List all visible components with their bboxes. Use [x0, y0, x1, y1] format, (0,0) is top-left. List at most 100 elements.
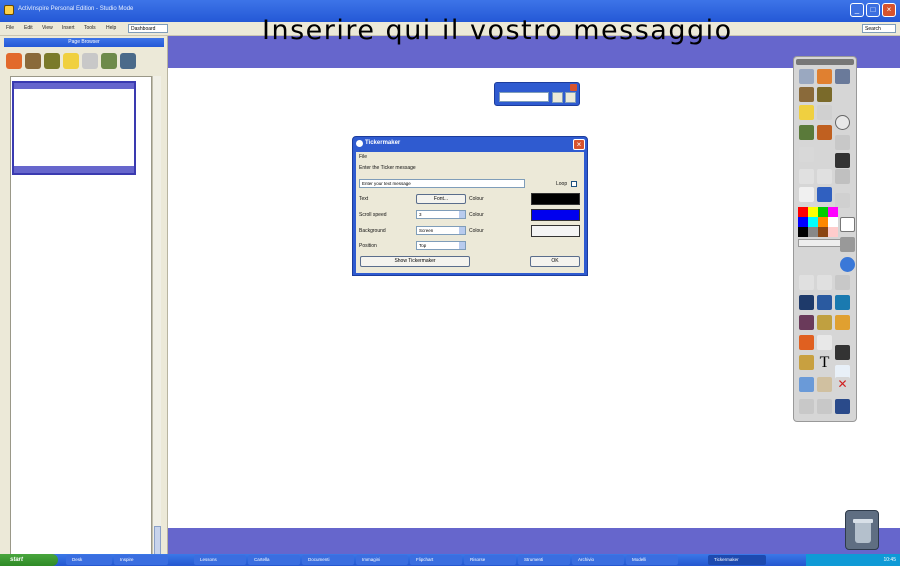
- font-button[interactable]: Font...: [416, 194, 466, 204]
- loop-checkbox[interactable]: [571, 181, 577, 187]
- menu-insert[interactable]: Insert: [62, 25, 75, 31]
- taskbar-item[interactable]: Risorse: [464, 555, 516, 565]
- camera-icon[interactable]: [835, 153, 850, 168]
- action-browser-icon[interactable]: [101, 53, 117, 69]
- stack-icon[interactable]: [835, 275, 850, 290]
- tools-icon[interactable]: [817, 377, 832, 392]
- undo-history-icon[interactable]: [799, 399, 814, 414]
- clear-icon[interactable]: [835, 169, 850, 184]
- colour-yellow[interactable]: [808, 207, 818, 217]
- picture-icon[interactable]: [835, 399, 850, 414]
- colour-magenta[interactable]: [828, 207, 838, 217]
- pen-settings-icon[interactable]: [835, 69, 850, 84]
- position-select[interactable]: Top: [416, 241, 466, 250]
- menu-edit[interactable]: Edit: [24, 25, 33, 31]
- colour-brown[interactable]: [818, 227, 828, 237]
- show-tickermaker-button[interactable]: Show Tickermaker: [360, 256, 470, 267]
- main-menu-icon[interactable]: [799, 69, 814, 84]
- keyboard-icon[interactable]: [835, 345, 850, 360]
- toolbox-handle[interactable]: [796, 59, 854, 65]
- page-list-scrollbar[interactable]: [152, 76, 161, 566]
- background-colour-swatch[interactable]: [531, 225, 580, 237]
- colour-grey[interactable]: [808, 227, 818, 237]
- page-browser-icon[interactable]: [799, 87, 814, 102]
- undo-icon[interactable]: [799, 125, 814, 140]
- notes-icon[interactable]: [817, 87, 832, 102]
- taskbar-item[interactable]: Strumenti: [518, 555, 570, 565]
- trash-can[interactable]: [845, 510, 879, 550]
- highlighter-icon[interactable]: [817, 295, 832, 310]
- background-select[interactable]: Screen: [416, 226, 466, 235]
- maximize-button[interactable]: □: [866, 3, 880, 17]
- move-icon[interactable]: [817, 275, 832, 290]
- taskbar-item[interactable]: Lessons: [194, 555, 246, 565]
- taskbar-item[interactable]: Cartella: [248, 555, 300, 565]
- taskbar-item[interactable]: Modelli: [626, 555, 678, 565]
- redo-icon[interactable]: [817, 125, 832, 140]
- colour-white[interactable]: [828, 217, 838, 227]
- mini-input[interactable]: [499, 92, 549, 102]
- toolbox-expand-icon[interactable]: [840, 237, 855, 252]
- menu-help[interactable]: Help: [106, 25, 116, 31]
- help-icon[interactable]: [840, 257, 855, 272]
- minimize-button[interactable]: _: [850, 3, 864, 17]
- delete-icon[interactable]: ✕: [835, 377, 850, 392]
- taskbar-item[interactable]: Flipchart: [410, 555, 462, 565]
- start-button[interactable]: start: [0, 554, 58, 566]
- colour-black[interactable]: [798, 227, 808, 237]
- colour-green[interactable]: [818, 207, 828, 217]
- eraser-tool-icon[interactable]: [799, 335, 814, 350]
- text-tool-icon[interactable]: T: [817, 355, 832, 371]
- colour-blue[interactable]: [798, 217, 808, 227]
- taskbar-item[interactable]: Immagini: [356, 555, 408, 565]
- message-input[interactable]: Enter your text message: [359, 179, 525, 188]
- folder-icon[interactable]: [799, 105, 814, 120]
- magnifier-icon[interactable]: [835, 115, 850, 130]
- ok-button[interactable]: OK: [530, 256, 580, 267]
- next-page-icon[interactable]: [817, 169, 832, 184]
- scroll-colour-swatch[interactable]: [531, 209, 580, 221]
- toolbox-settings-icon[interactable]: [835, 193, 850, 208]
- line-icon[interactable]: [817, 335, 832, 350]
- colour-pink[interactable]: [828, 227, 838, 237]
- menu-file[interactable]: File: [6, 25, 14, 31]
- colour-cyan[interactable]: [808, 217, 818, 227]
- taskbar-item[interactable]: Documenti: [302, 555, 354, 565]
- taskbar-item-active[interactable]: Tickermaker: [708, 555, 766, 565]
- taskbar-item[interactable]: Archivio: [572, 555, 624, 565]
- mini-close-icon[interactable]: [570, 84, 577, 91]
- menu-tools[interactable]: Tools: [84, 25, 96, 31]
- pen-width-slider[interactable]: [798, 239, 842, 247]
- select-icon[interactable]: [799, 275, 814, 290]
- lock-icon[interactable]: [817, 399, 832, 414]
- page-thumbnail[interactable]: [12, 81, 136, 175]
- search-dropdown[interactable]: Search: [862, 24, 896, 33]
- connector-icon[interactable]: [817, 315, 832, 330]
- mini-window[interactable]: [494, 82, 580, 106]
- pen-icon[interactable]: [799, 295, 814, 310]
- shape-icon[interactable]: [835, 295, 850, 310]
- text-colour-swatch[interactable]: [531, 193, 580, 205]
- colour-orange[interactable]: [818, 217, 828, 227]
- dialog-close-button[interactable]: ×: [573, 139, 585, 150]
- voting-browser-icon[interactable]: [120, 53, 136, 69]
- resource-browser-icon[interactable]: [6, 53, 22, 69]
- previous-page-icon[interactable]: [799, 169, 814, 184]
- colour-red[interactable]: [798, 207, 808, 217]
- object-browser-icon[interactable]: [25, 53, 41, 69]
- mini-button-1[interactable]: [552, 92, 563, 103]
- dialog-menu-file[interactable]: File: [359, 154, 367, 160]
- dashboard-dropdown[interactable]: Dashboard: [128, 24, 168, 33]
- fill-icon[interactable]: [835, 315, 850, 330]
- resource-icon[interactable]: [817, 69, 832, 84]
- menu-view[interactable]: View: [42, 25, 53, 31]
- reset-icon[interactable]: [835, 135, 850, 150]
- property-browser-icon[interactable]: [82, 53, 98, 69]
- folder-icon[interactable]: [63, 53, 79, 69]
- scroll-speed-select[interactable]: 3: [416, 210, 466, 219]
- eyedropper-icon[interactable]: [817, 187, 832, 202]
- taskbar-item[interactable]: Inspire: [114, 555, 168, 565]
- close-button[interactable]: ×: [882, 3, 896, 17]
- blank-page-icon[interactable]: [817, 105, 832, 120]
- magic-ink-icon[interactable]: [799, 315, 814, 330]
